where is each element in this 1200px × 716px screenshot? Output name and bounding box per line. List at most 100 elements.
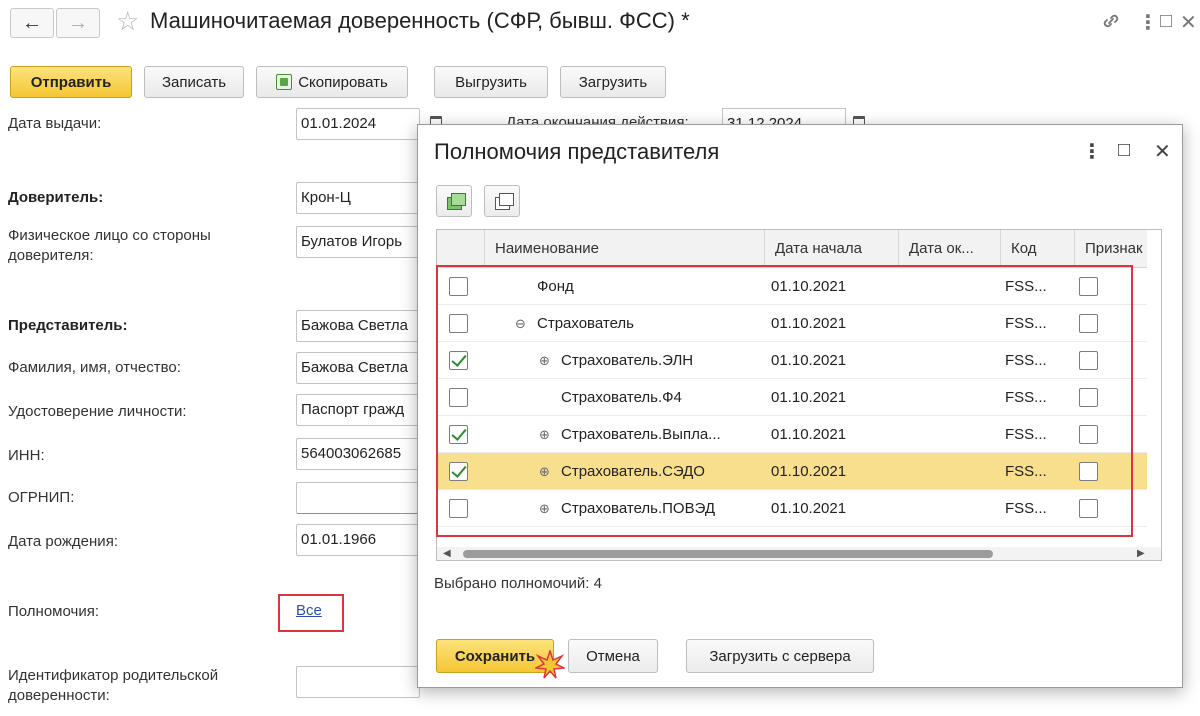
representative-field[interactable]: Бажова Светла [296, 310, 420, 342]
cell-start-date: 01.10.2021 [771, 500, 847, 517]
save-button[interactable]: Записать [144, 66, 244, 98]
sign-checkbox[interactable] [1079, 277, 1098, 296]
ogrnip-field[interactable] [296, 482, 420, 514]
cell-name: Страхователь.ПОВЭД [561, 500, 716, 517]
cell-end-date [905, 453, 1001, 490]
row-checkbox[interactable] [449, 462, 468, 481]
principal-field[interactable]: Крон-Ц [296, 182, 420, 214]
column-header-check [437, 230, 485, 268]
arrow-left-icon: ← [22, 11, 42, 34]
table-row[interactable]: ⊕ Страхователь.ЭЛН 01.10.2021 FSS... [437, 342, 1147, 379]
export-button[interactable]: Выгрузить [434, 66, 548, 98]
cell-name: Страхователь.Выпла... [561, 426, 721, 443]
column-header-name[interactable]: Наименование [485, 230, 765, 268]
cell-code: FSS... [1005, 352, 1047, 369]
fio-field[interactable]: Бажова Светла [296, 352, 420, 384]
column-header-sign[interactable]: Признак [1075, 230, 1155, 268]
favorite-star-icon[interactable]: ☆ [116, 6, 139, 37]
row-checkbox[interactable] [449, 314, 468, 333]
sign-checkbox[interactable] [1079, 351, 1098, 370]
column-header-start[interactable]: Дата начала [765, 230, 899, 268]
principal-person-field[interactable]: Булатов Игорь [296, 226, 420, 258]
table-row[interactable]: ⊖ Страхователь 01.10.2021 FSS... [437, 305, 1147, 342]
scroll-left-icon[interactable]: ◀ [443, 548, 451, 559]
sign-checkbox[interactable] [1079, 314, 1098, 333]
dialog-close-icon[interactable]: ✕ [1154, 139, 1171, 164]
sign-checkbox[interactable] [1079, 499, 1098, 518]
forward-button[interactable]: → [56, 8, 100, 38]
dialog-maximize-icon[interactable]: □ [1118, 139, 1130, 162]
maximize-icon[interactable]: □ [1160, 10, 1172, 33]
cell-code: FSS... [1005, 463, 1047, 480]
parent-id-label: Идентификатор родительской доверенности: [8, 667, 219, 704]
inn-label: ИНН: [8, 447, 45, 464]
cell-end-date [905, 416, 1001, 453]
expand-icon[interactable]: ⊕ [539, 342, 550, 379]
import-button[interactable]: Загрузить [560, 66, 666, 98]
cell-name: Фонд [537, 278, 574, 295]
expand-icon[interactable]: ⊕ [539, 416, 550, 453]
check-all-button[interactable] [436, 185, 472, 217]
powers-link[interactable]: Все [296, 602, 322, 619]
id-doc-label: Удостоверение личности: [8, 403, 187, 420]
column-header-end[interactable]: Дата ок... [899, 230, 1001, 268]
cell-name: Страхователь.ЭЛН [561, 352, 694, 369]
back-button[interactable]: ← [10, 8, 54, 38]
expand-icon[interactable]: ⊕ [539, 453, 550, 490]
cell-code: FSS... [1005, 389, 1047, 406]
row-checkbox[interactable] [449, 499, 468, 518]
horizontal-scroll-thumb[interactable] [463, 550, 993, 558]
representative-label: Представитель: [8, 317, 128, 334]
cell-start-date: 01.10.2021 [771, 352, 847, 369]
send-button[interactable]: Отправить [10, 66, 132, 98]
fio-label: Фамилия, имя, отчество: [8, 359, 181, 376]
row-checkbox[interactable] [449, 388, 468, 407]
ogrnip-label: ОГРНИП: [8, 489, 75, 506]
scroll-right-icon[interactable]: ▶ [1137, 548, 1145, 559]
save-dialog-label: Сохранить [454, 647, 536, 665]
cell-end-date [905, 342, 1001, 379]
horizontal-scrollbar[interactable]: ◀ ▶ [437, 547, 1161, 560]
row-checkbox[interactable] [449, 425, 468, 444]
dialog-more-icon[interactable]: ⋮ [1082, 139, 1102, 164]
birth-date-label: Дата рождения: [8, 533, 118, 550]
uncheck-all-button[interactable] [484, 185, 520, 217]
more-menu-icon[interactable]: ⋮ [1138, 10, 1158, 35]
link-icon[interactable] [1100, 10, 1122, 38]
inn-field[interactable]: 564003062685 [296, 438, 420, 470]
arrow-right-icon: → [68, 11, 88, 34]
close-icon[interactable]: ✕ [1180, 10, 1197, 35]
column-header-code[interactable]: Код [1001, 230, 1075, 268]
table-row[interactable]: Фонд 01.10.2021 FSS... [437, 268, 1147, 305]
load-from-server-button[interactable]: Загрузить с сервера [686, 639, 874, 673]
row-checkbox[interactable] [449, 351, 468, 370]
table-row[interactable]: ⊕ Страхователь.ПОВЭД 01.10.2021 FSS... [437, 490, 1147, 527]
sign-checkbox[interactable] [1079, 388, 1098, 407]
cell-end-date [905, 305, 1001, 342]
sign-checkbox[interactable] [1079, 462, 1098, 481]
table-row[interactable]: Страхователь.Ф4 01.10.2021 FSS... [437, 379, 1147, 416]
click-burst-icon [535, 650, 565, 679]
cell-end-date [905, 490, 1001, 527]
cell-code: FSS... [1005, 278, 1047, 295]
cancel-button[interactable]: Отмена [568, 639, 658, 673]
id-doc-field[interactable]: Паспорт гражд [296, 394, 420, 426]
save-dialog-button[interactable]: Сохранить [436, 639, 565, 679]
issue-date-field[interactable]: 01.01.2024 [296, 108, 420, 140]
collapse-icon[interactable]: ⊖ [515, 305, 526, 342]
principal-person-label: Физическое лицо со стороны доверителя: [8, 227, 211, 264]
cell-name: Страхователь [537, 315, 634, 332]
principal-label: Доверитель: [8, 189, 104, 206]
table-row[interactable]: ⊕ Страхователь.СЭДО 01.10.2021 FSS... [437, 453, 1147, 490]
parent-id-field[interactable] [296, 666, 420, 698]
expand-icon[interactable]: ⊕ [539, 490, 550, 527]
table-row[interactable]: ⊕ Страхователь.Выпла... 01.10.2021 FSS... [437, 416, 1147, 453]
sign-checkbox[interactable] [1079, 425, 1098, 444]
cell-code: FSS... [1005, 315, 1047, 332]
birth-date-field[interactable]: 01.01.1966 [296, 524, 420, 556]
cell-name: Страхователь.СЭДО [561, 463, 705, 480]
row-checkbox[interactable] [449, 277, 468, 296]
copy-button[interactable]: Скопировать [256, 66, 408, 98]
dialog-title: Полномочия представителя [434, 139, 720, 164]
selected-count: Выбрано полномочий: 4 [434, 575, 602, 592]
